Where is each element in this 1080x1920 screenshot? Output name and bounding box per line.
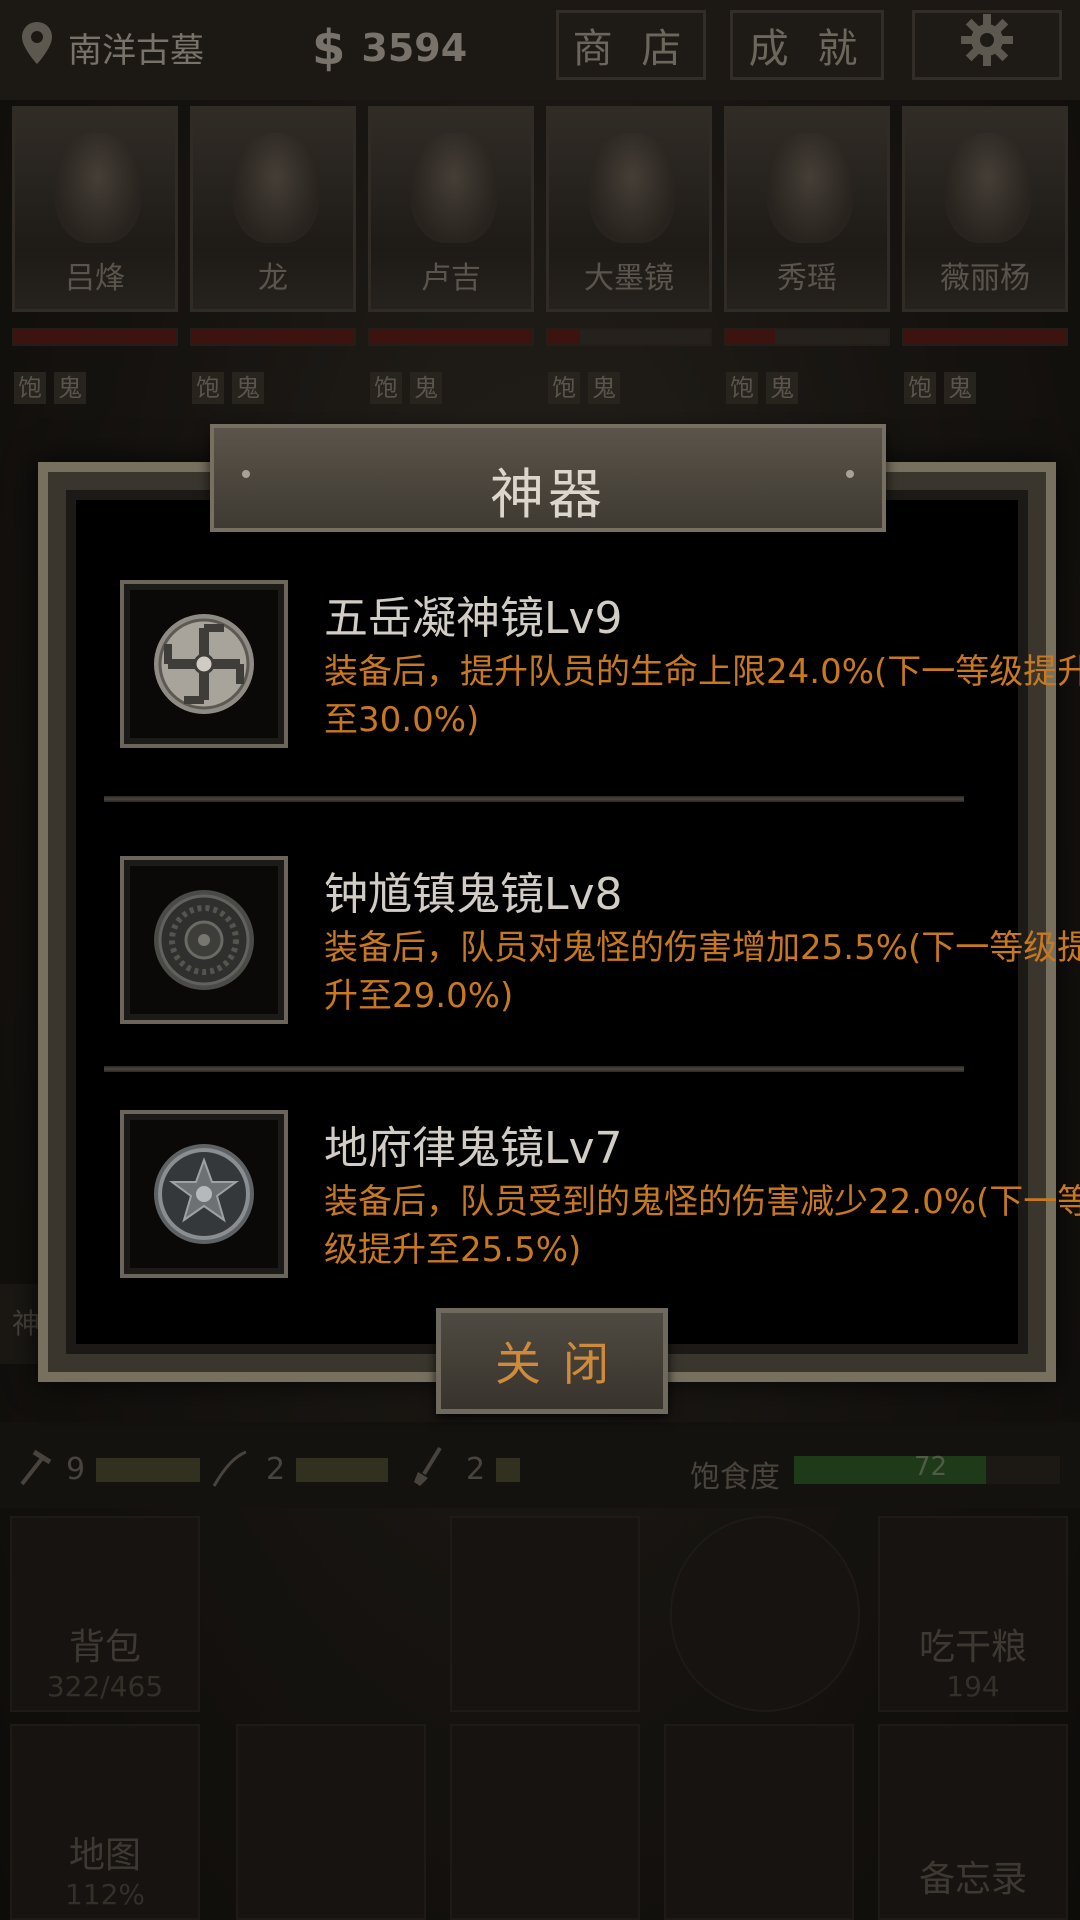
- artifact-icon-frame: [120, 856, 288, 1024]
- artifact-description: 装备后，队员对鬼怪的伤害增加25.5%(下一等级提升至29.0%): [324, 928, 1080, 1016]
- dialog-title: 神器: [490, 463, 606, 526]
- item-divider: [104, 1066, 964, 1072]
- artifact-item[interactable]: 地府律鬼镜Lv7 装备后，队员受到的鬼怪的伤害减少22.0%(下一等级提升至25…: [120, 1110, 1080, 1280]
- artifact-icon-frame: [120, 1110, 288, 1278]
- artifact-description: 装备后，队员受到的鬼怪的伤害减少22.0%(下一等级提升至25.5%): [324, 1182, 1080, 1270]
- artifact-icon-frame: [120, 580, 288, 748]
- item-divider: [104, 796, 964, 802]
- mirror-star-icon: [154, 1144, 254, 1244]
- artifact-item[interactable]: 钟馗镇鬼镜Lv8 装备后，队员对鬼怪的伤害增加25.5%(下一等级提升至29.0…: [120, 856, 1080, 1026]
- mirror-ornate-icon: [154, 890, 254, 990]
- close-button[interactable]: 关闭: [436, 1308, 668, 1414]
- artifact-description: 装备后，提升队员的生命上限24.0%(下一等级提升至30.0%): [324, 652, 1080, 740]
- artifact-item[interactable]: 五岳凝神镜Lv9 装备后，提升队员的生命上限24.0%(下一等级提升至30.0%…: [120, 580, 1080, 750]
- artifact-name: 五岳凝神镜Lv9: [324, 593, 623, 644]
- artifact-name: 钟馗镇鬼镜Lv8: [324, 869, 623, 920]
- mirror-cross-icon: [154, 614, 254, 714]
- dialog-title-plate: 神器: [210, 424, 886, 532]
- artifact-name: 地府律鬼镜Lv7: [324, 1123, 623, 1174]
